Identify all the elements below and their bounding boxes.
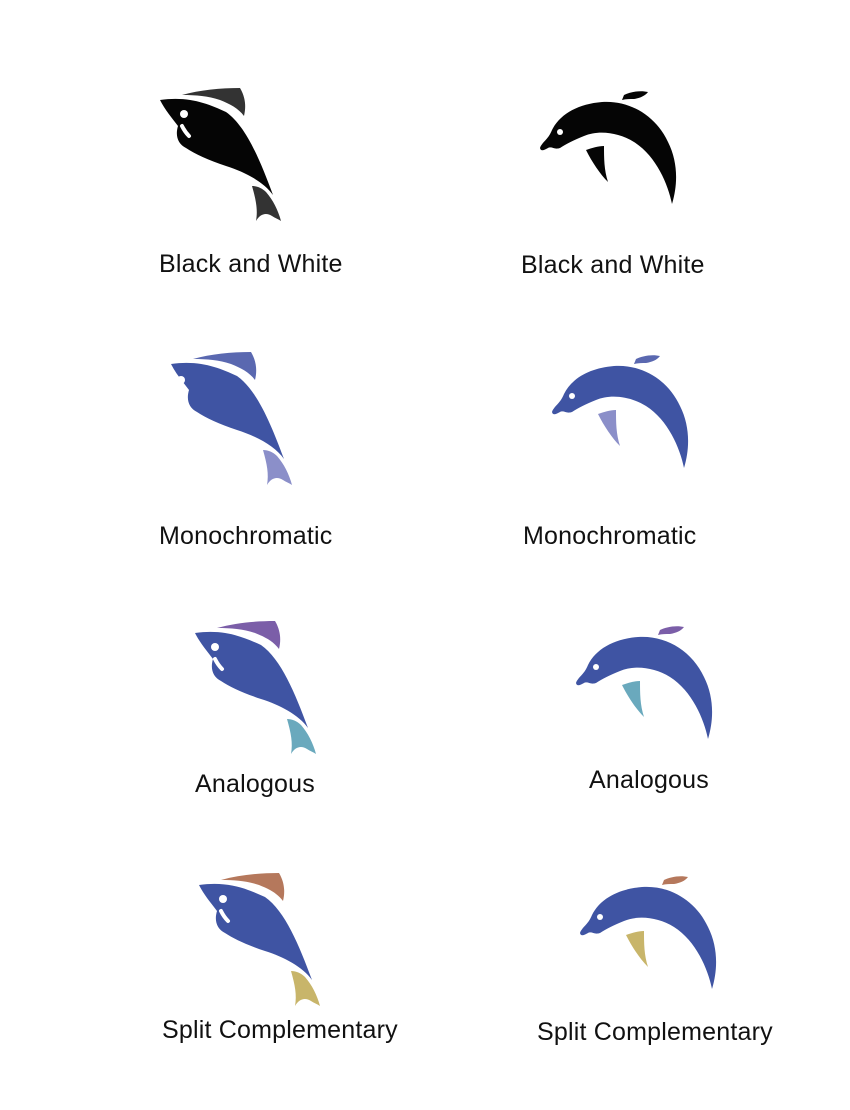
dolphin-dorsal-fin [658,626,684,635]
dolphin-tile-monochromatic: Monochromatic [425,300,850,570]
fish-body [199,883,312,980]
fish-tile-monochromatic: Monochromatic [0,300,425,570]
dolphin-body [540,101,677,204]
dolphin-tile-split-complementary: Split Complementary [425,830,850,1110]
fish-tile-black-and-white: Black and White [0,0,425,300]
dolphin-label-monochromatic: Monochromatic [523,522,697,550]
dolphin-icon [580,876,717,989]
dolphin-dorsal-fin [622,91,648,100]
dolphin-label-analogous: Analogous [589,766,709,794]
fish-eye [211,643,219,651]
fish-eye [180,110,188,118]
fish-label-black-and-white: Black and White [159,250,343,278]
fish-label-monochromatic: Monochromatic [159,522,333,550]
fish-body [171,362,284,459]
fish-icon [199,873,320,1006]
fish-tail [291,971,320,1006]
dolphin-tile-analogous: Analogous [425,570,850,830]
dolphin-body [580,886,717,989]
dolphin-tile-black-and-white: Black and White [425,0,850,300]
fish-tail [287,719,316,754]
fish-label-analogous: Analogous [195,770,315,798]
dolphin-eye [569,393,575,399]
dolphin-flipper [586,146,608,182]
dolphin-dorsal-fin [662,876,688,885]
dolphin-label-split-complementary: Split Complementary [537,1018,773,1046]
dolphin-flipper [622,681,644,717]
dolphin-flipper [626,931,648,967]
fish-tail [263,450,292,485]
dolphin-eye [597,914,603,920]
dolphin-icon [552,355,689,468]
fish-tail [252,186,281,221]
dolphin-icon [540,91,677,204]
dolphin-dorsal-fin [634,355,660,364]
dolphin-body [552,365,689,468]
fish-eye [219,895,227,903]
dolphin-body [576,636,713,739]
fish-icon [160,88,281,221]
dolphin-icon [576,626,713,739]
fish-icon [195,621,316,754]
fish-eye [177,376,185,384]
dolphin-label-black-and-white: Black and White [521,251,705,279]
fish-label-split-complementary: Split Complementary [162,1016,398,1044]
dolphin-eye [557,129,563,135]
dolphin-eye [593,664,599,670]
dolphin-flipper [598,410,620,446]
fish-tile-split-complementary: Split Complementary [0,830,425,1110]
fish-body [160,98,273,195]
fish-icon [171,352,292,485]
fish-tile-analogous: Analogous [0,570,425,830]
